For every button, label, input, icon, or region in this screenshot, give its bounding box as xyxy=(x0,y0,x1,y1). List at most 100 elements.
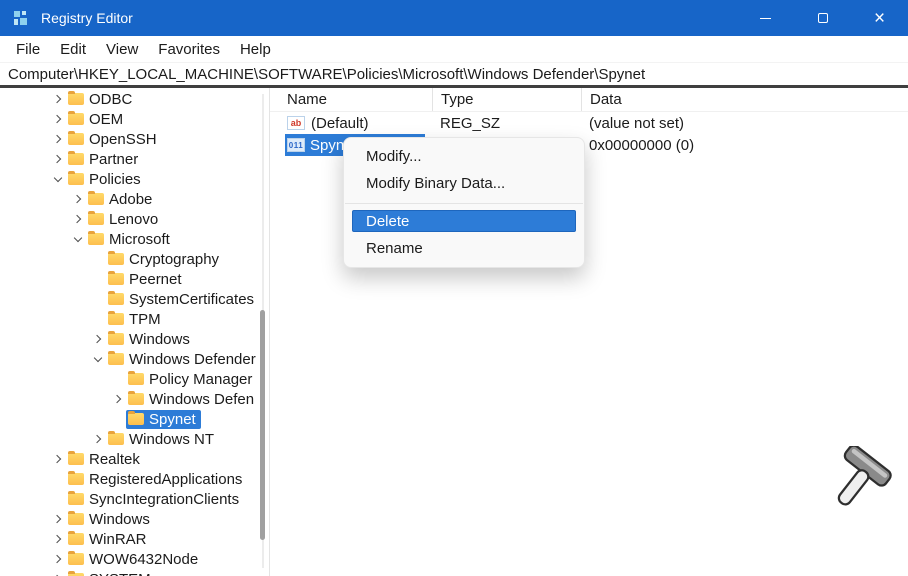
folder-icon xyxy=(108,433,124,445)
context-menu-item-rename[interactable]: Rename xyxy=(344,235,584,262)
tree-item-policy-manager[interactable]: Policy Manager xyxy=(0,369,269,389)
tree-item-windows-defen[interactable]: Windows Defen xyxy=(0,389,269,409)
tree-item-windows-root[interactable]: Windows xyxy=(0,509,269,529)
folder-icon xyxy=(108,353,124,365)
chevron-right-icon[interactable] xyxy=(70,211,86,227)
tree-item-spynet[interactable]: Spynet xyxy=(0,409,269,429)
folder-icon xyxy=(68,553,84,565)
tree-item-label: OpenSSH xyxy=(89,131,157,148)
chevron-right-icon[interactable] xyxy=(50,151,66,167)
title-bar: Registry Editor × xyxy=(0,0,908,36)
chevron-right-icon[interactable] xyxy=(50,551,66,567)
tree-item-realtek[interactable]: Realtek xyxy=(0,449,269,469)
expander-spacer xyxy=(50,471,66,487)
menu-favorites[interactable]: Favorites xyxy=(148,38,230,61)
tree-item-tpm[interactable]: TPM xyxy=(0,309,269,329)
column-header-type[interactable]: Type xyxy=(432,88,581,111)
chevron-right-icon[interactable] xyxy=(50,531,66,547)
tree-item-label: Peernet xyxy=(129,271,182,288)
column-header-name[interactable]: Name xyxy=(270,88,432,111)
tree-item-peernet[interactable]: Peernet xyxy=(0,269,269,289)
tree-item-label: Windows Defender xyxy=(129,351,256,368)
maximize-button[interactable] xyxy=(794,0,851,36)
menu-file[interactable]: File xyxy=(6,38,50,61)
registry-tree-pane: ODBC OEM OpenSSH Partner Policies Adobe … xyxy=(0,88,270,576)
context-menu-item-delete[interactable]: Delete xyxy=(352,210,576,232)
folder-icon xyxy=(88,193,104,205)
folder-icon xyxy=(68,133,84,145)
folder-icon xyxy=(68,473,84,485)
tree-item-openssh[interactable]: OpenSSH xyxy=(0,129,269,149)
chevron-down-icon[interactable] xyxy=(50,171,66,187)
minimize-button[interactable] xyxy=(737,0,794,36)
chevron-right-icon[interactable] xyxy=(70,191,86,207)
folder-icon xyxy=(108,273,124,285)
folder-icon xyxy=(68,93,84,105)
minimize-icon xyxy=(760,18,771,19)
close-button[interactable]: × xyxy=(851,0,908,36)
column-header-data[interactable]: Data xyxy=(581,88,908,111)
folder-icon xyxy=(108,333,124,345)
tree-item-partner[interactable]: Partner xyxy=(0,149,269,169)
context-menu-item-modify[interactable]: Modify... xyxy=(344,143,584,170)
chevron-right-icon[interactable] xyxy=(90,431,106,447)
tree-item-label: SyncIntegrationClients xyxy=(89,491,239,508)
context-menu: Modify... Modify Binary Data... Delete R… xyxy=(343,137,585,268)
chevron-right-icon[interactable] xyxy=(50,451,66,467)
tree-item-cryptography[interactable]: Cryptography xyxy=(0,249,269,269)
tree-item-lenovo[interactable]: Lenovo xyxy=(0,209,269,229)
string-value-icon: ab xyxy=(287,116,305,130)
folder-icon xyxy=(88,233,104,245)
chevron-down-icon[interactable] xyxy=(90,351,106,367)
tree-item-label: Microsoft xyxy=(109,231,170,248)
tree-item-label: SYSTEM xyxy=(89,571,151,576)
tree-item-winrar[interactable]: WinRAR xyxy=(0,529,269,549)
tree-item-wow6432node[interactable]: WOW6432Node xyxy=(0,549,269,569)
expander-spacer xyxy=(110,371,126,387)
folder-icon xyxy=(68,533,84,545)
chevron-right-icon[interactable] xyxy=(50,91,66,107)
menu-help[interactable]: Help xyxy=(230,38,281,61)
address-bar[interactable]: Computer\HKEY_LOCAL_MACHINE\SOFTWARE\Pol… xyxy=(0,63,908,88)
menu-edit[interactable]: Edit xyxy=(50,38,96,61)
expander-spacer xyxy=(110,411,126,427)
tree-item-label: Windows NT xyxy=(129,431,214,448)
chevron-right-icon[interactable] xyxy=(50,511,66,527)
tree-item-system[interactable]: SYSTEM xyxy=(0,569,269,576)
tree-item-microsoft[interactable]: Microsoft xyxy=(0,229,269,249)
chevron-down-icon[interactable] xyxy=(70,231,86,247)
value-type: REG_SZ xyxy=(432,115,581,132)
tree-item-oem[interactable]: OEM xyxy=(0,109,269,129)
tree-item-odbc[interactable]: ODBC xyxy=(0,89,269,109)
folder-icon xyxy=(68,513,84,525)
folder-icon xyxy=(128,393,144,405)
context-menu-separator xyxy=(345,203,583,204)
tree-item-windows-nt[interactable]: Windows NT xyxy=(0,429,269,449)
menu-view[interactable]: View xyxy=(96,38,148,61)
tree-item-label: Windows xyxy=(129,331,190,348)
tree-vertical-scrollbar[interactable] xyxy=(259,94,267,568)
folder-icon xyxy=(128,373,144,385)
tree-item-adobe[interactable]: Adobe xyxy=(0,189,269,209)
context-menu-item-modify-binary-data[interactable]: Modify Binary Data... xyxy=(344,170,584,197)
scrollbar-thumb[interactable] xyxy=(260,310,265,540)
chevron-right-icon[interactable] xyxy=(90,331,106,347)
value-row-default[interactable]: ab (Default) REG_SZ (value not set) xyxy=(270,112,908,134)
tree-item-registeredapplications[interactable]: RegisteredApplications xyxy=(0,469,269,489)
tree-item-systemcertificates[interactable]: SystemCertificates xyxy=(0,289,269,309)
tree-item-windows[interactable]: Windows xyxy=(0,329,269,349)
tree-item-syncintegrationclients[interactable]: SyncIntegrationClients xyxy=(0,489,269,509)
tree-item-label: Policy Manager xyxy=(149,371,252,388)
value-data: 0x00000000 (0) xyxy=(581,137,908,154)
chevron-right-icon[interactable] xyxy=(50,131,66,147)
dword-value-icon: 011 xyxy=(287,138,305,152)
tree-item-windows-defender[interactable]: Windows Defender xyxy=(0,349,269,369)
tree-item-label: ODBC xyxy=(89,91,132,108)
chevron-right-icon[interactable] xyxy=(50,571,66,576)
tree-item-policies[interactable]: Policies xyxy=(0,169,269,189)
window-title: Registry Editor xyxy=(41,10,133,26)
folder-icon xyxy=(108,253,124,265)
chevron-right-icon[interactable] xyxy=(110,391,126,407)
chevron-right-icon[interactable] xyxy=(50,111,66,127)
tree-item-label: RegisteredApplications xyxy=(89,471,242,488)
